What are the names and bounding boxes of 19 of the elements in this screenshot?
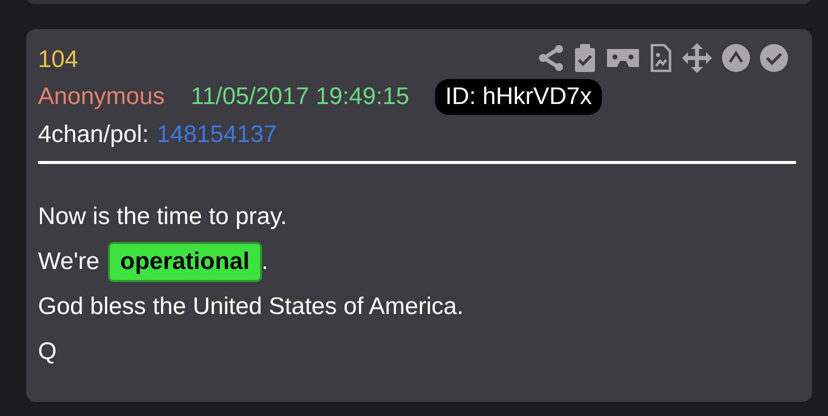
move-icon[interactable] <box>682 43 712 73</box>
message-text: God bless the United States of America. <box>38 292 464 320</box>
author-name: Anonymous <box>38 83 165 111</box>
clipboard-check-icon[interactable] <box>574 44 596 72</box>
post-number: 104 <box>38 46 78 74</box>
poster-id-badge: ID: hHkrVD7x <box>435 79 602 115</box>
message-text: Now is the time to pray. <box>38 202 287 230</box>
up-caret-circle-icon[interactable] <box>722 44 750 72</box>
board-label: 4chan/pol: <box>38 121 149 149</box>
share-icon[interactable] <box>538 44 564 72</box>
post-link[interactable]: 148154137 <box>156 121 277 149</box>
message-text: . <box>262 248 268 276</box>
timestamp: 11/05/2017 19:49:15 <box>190 83 410 111</box>
vr-headset-icon[interactable] <box>606 47 640 69</box>
message-text: We're <box>38 248 100 276</box>
message-text: Q <box>38 338 57 366</box>
check-circle-icon[interactable] <box>760 44 788 72</box>
highlighted-word: operational <box>108 242 262 282</box>
document-image-icon[interactable] <box>650 44 672 72</box>
